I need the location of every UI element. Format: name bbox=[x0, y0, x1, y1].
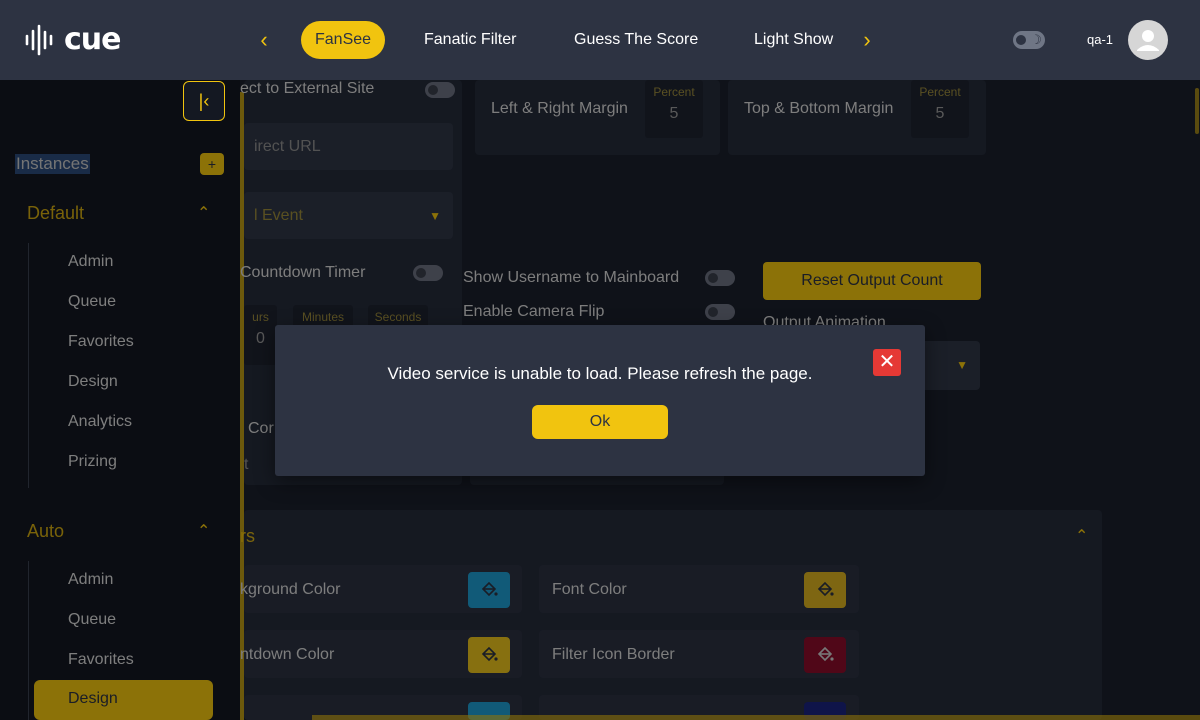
user-icon bbox=[1137, 30, 1159, 51]
theme-toggle[interactable]: ☽ bbox=[1013, 31, 1045, 49]
tab-guess-the-score[interactable]: Guess The Score bbox=[574, 21, 698, 59]
ok-button[interactable]: Ok bbox=[532, 405, 668, 439]
tab-light-show[interactable]: Light Show bbox=[754, 21, 833, 59]
close-button[interactable]: ✕ bbox=[873, 349, 901, 376]
error-dialog: Video service is unable to load. Please … bbox=[275, 325, 925, 476]
collapse-sidebar-button[interactable]: |‹ bbox=[183, 81, 225, 121]
sound-wave-icon bbox=[25, 24, 53, 55]
username: qa-1 bbox=[1087, 32, 1114, 47]
logo-text: cue bbox=[64, 22, 121, 57]
avatar[interactable] bbox=[1128, 20, 1168, 60]
close-icon: ✕ bbox=[878, 351, 896, 373]
moon-icon: ☽ bbox=[1030, 32, 1042, 47]
tab-fansee[interactable]: FanSee bbox=[301, 21, 386, 59]
tab-fanatic-filter[interactable]: Fanatic Filter bbox=[424, 21, 516, 59]
logo[interactable]: cue bbox=[24, 22, 121, 57]
chevron-right-icon[interactable]: › bbox=[857, 28, 877, 52]
toggle-knob bbox=[1016, 35, 1026, 45]
top-bar: cue ‹ FanSee Fanatic Filter Guess The Sc… bbox=[0, 0, 1200, 80]
error-message: Video service is unable to load. Please … bbox=[387, 364, 813, 383]
collapse-left-icon: |‹ bbox=[198, 91, 210, 111]
chevron-left-icon[interactable]: ‹ bbox=[254, 28, 274, 52]
